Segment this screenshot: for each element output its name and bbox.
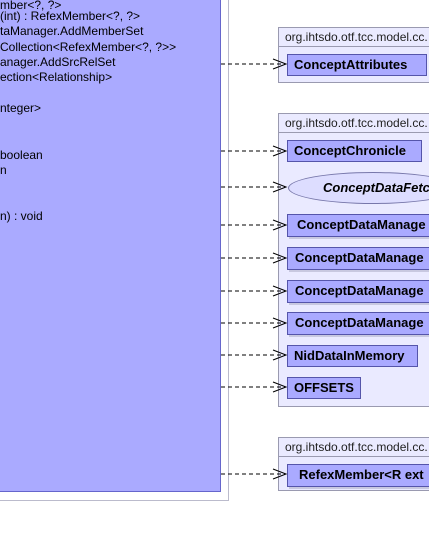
dependency-edges <box>221 58 288 480</box>
